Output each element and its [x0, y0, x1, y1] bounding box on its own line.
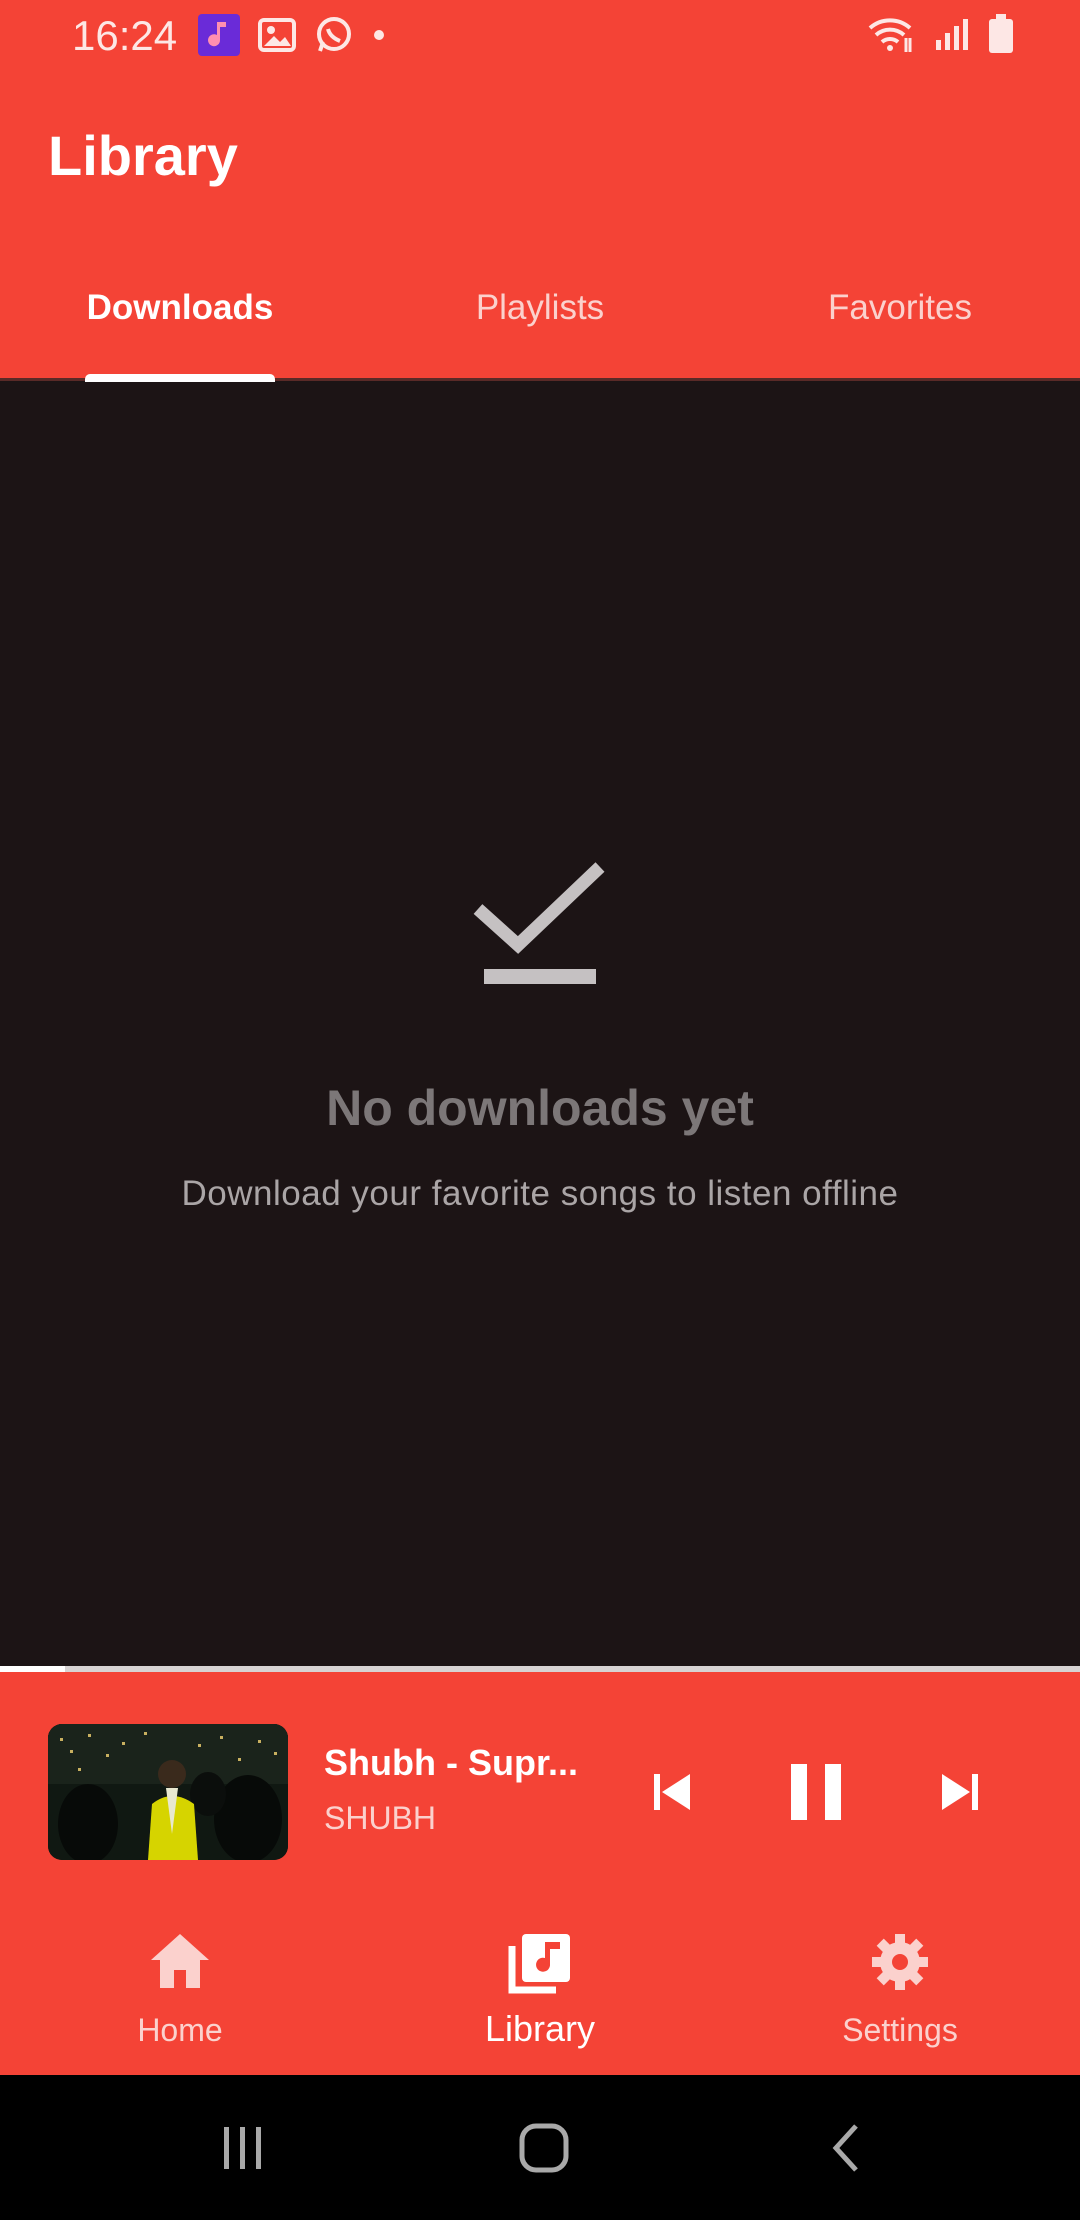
gallery-icon: [258, 16, 296, 59]
tab-downloads[interactable]: Downloads: [0, 235, 360, 381]
pause-icon[interactable]: [774, 1744, 858, 1840]
home-button-icon[interactable]: [444, 2075, 644, 2220]
mini-player[interactable]: Shubh - Supr... SHUBH: [0, 1672, 1080, 1912]
empty-state-title: No downloads yet: [326, 1080, 754, 1136]
system-status-icons: [866, 14, 1014, 59]
home-icon: [0, 1932, 360, 1990]
song-artist: SHUBH: [324, 1800, 437, 1836]
nav-home[interactable]: Home: [0, 1912, 360, 2075]
gear-icon: [720, 1932, 1080, 1992]
app-bar: Library: [0, 75, 1080, 235]
music-app-icon: [198, 14, 240, 61]
whatsapp-icon: [314, 15, 354, 60]
library-music-icon: [360, 1932, 720, 1994]
battery-icon: [988, 14, 1014, 59]
nav-label-home: Home: [137, 2012, 223, 2048]
back-icon[interactable]: [746, 2075, 946, 2220]
tab-playlists[interactable]: Playlists: [360, 235, 720, 381]
notification-icons: [198, 14, 386, 61]
recents-icon[interactable]: [143, 2075, 343, 2220]
page-title: Library: [48, 124, 238, 187]
nav-label-settings: Settings: [842, 2012, 958, 2048]
tab-favorites[interactable]: Favorites: [720, 235, 1080, 381]
empty-state-subtitle: Download your favorite songs to listen o…: [181, 1174, 899, 1213]
tab-bar: Downloads Playlists Favorites: [0, 235, 1080, 382]
skip-previous-icon[interactable]: [632, 1752, 712, 1832]
nav-label-library: Library: [484, 2008, 596, 2049]
nav-settings[interactable]: Settings: [720, 1912, 1080, 2075]
downloads-content: No downloads yet Download your favorite …: [0, 384, 1080, 1670]
download-done-icon: [470, 859, 610, 994]
song-title[interactable]: Shubh - Supr...: [324, 1742, 594, 1784]
album-art[interactable]: [48, 1724, 288, 1860]
system-navigation-bar: [0, 2075, 1080, 2220]
bottom-navigation: Home Library Settings: [0, 1912, 1080, 2075]
status-bar: 16:24: [0, 0, 1080, 75]
nav-library[interactable]: Library: [360, 1912, 720, 2075]
dot-icon: [372, 28, 386, 47]
signal-icon: [934, 16, 970, 57]
wifi-icon: [866, 14, 916, 59]
status-time: 16:24: [72, 12, 178, 59]
tab-indicator: [85, 374, 275, 382]
skip-next-icon[interactable]: [920, 1752, 1000, 1832]
